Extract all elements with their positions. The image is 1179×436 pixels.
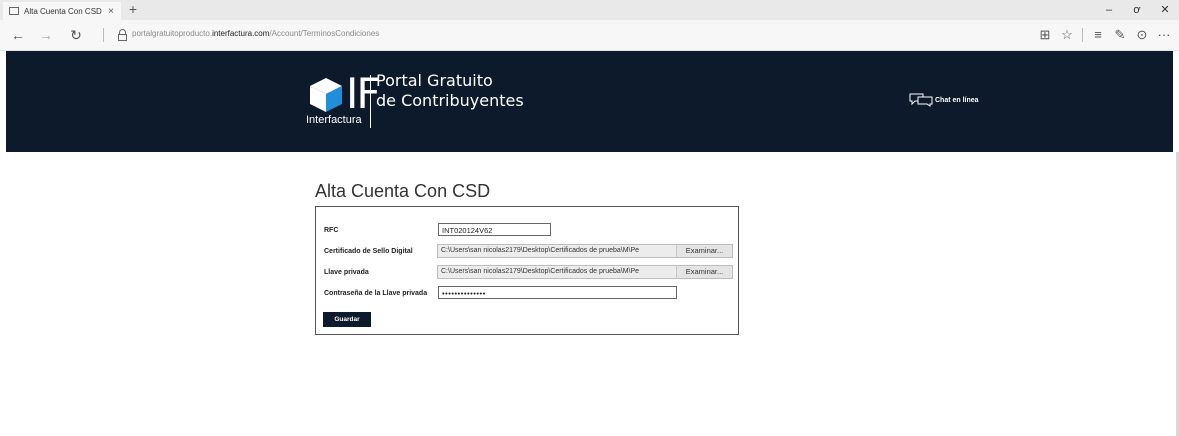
back-button[interactable]: ← (8, 25, 28, 45)
browser-tab-strip: Alta Cuenta Con CSD × + – ơ ✕ (0, 0, 1179, 20)
refresh-button[interactable]: ↻ (66, 25, 86, 45)
address-bar: ← → ↻ portalgratuitoproducto.interfactur… (0, 20, 1179, 51)
portal-title-line2: de Contribuyentes (376, 91, 524, 110)
rfc-input[interactable]: INT020124V62 (438, 223, 551, 236)
url-field[interactable]: portalgratuitoproducto.interfactura.com/… (132, 29, 379, 38)
web-notes-icon[interactable]: ✎ (1109, 25, 1131, 45)
tab-close-icon[interactable]: × (108, 6, 114, 17)
window-controls: – ơ ✕ (1095, 0, 1179, 20)
favorite-star-icon[interactable]: ☆ (1056, 25, 1078, 45)
interfactura-logo[interactable]: IF Interfactura Portal Gratuito de Contr… (306, 71, 526, 137)
url-path: /Account/TerminosCondiciones (269, 29, 380, 38)
logo-wordmark: Interfactura (306, 114, 362, 126)
certificado-file-input[interactable]: C:\Users\san nicolas2179\Desktop\Certifi… (437, 244, 733, 258)
share-icon[interactable]: ⊙ (1131, 25, 1153, 45)
minimize-button[interactable]: – (1095, 0, 1123, 20)
close-window-button[interactable]: ✕ (1151, 0, 1179, 20)
llave-label: Llave privada (324, 269, 369, 276)
llave-browse-button[interactable]: Examinar... (676, 266, 732, 278)
chat-label: Chat en línea (935, 96, 979, 104)
more-icon[interactable]: ··· (1153, 25, 1175, 45)
contrasena-label: Contraseña de la Llave privada (324, 290, 428, 297)
tab-title: Alta Cuenta Con CSD (24, 6, 102, 16)
certificado-label: Certificado de Sello Digital (324, 248, 413, 255)
browser-tools: ⊞ ☆ ≡ ✎ ⊙ ··· (1034, 25, 1175, 45)
chat-bubbles-icon (909, 93, 933, 107)
hub-icon[interactable]: ≡ (1087, 25, 1109, 45)
portal-title-line1: Portal Gratuito (376, 71, 493, 90)
chat-link[interactable]: Chat en línea (909, 93, 979, 107)
maximize-button[interactable]: ơ (1123, 0, 1151, 20)
site-header: IF Interfactura Portal Gratuito de Contr… (6, 51, 1173, 152)
certificado-browse-button[interactable]: Examinar... (676, 245, 732, 257)
certificado-path: C:\Users\san nicolas2179\Desktop\Certifi… (441, 247, 640, 254)
forward-button[interactable]: → (36, 25, 56, 45)
browser-tab[interactable]: Alta Cuenta Con CSD × (3, 2, 121, 20)
account-form: RFC INT020124V62 Certificado de Sello Di… (315, 206, 739, 335)
llave-file-input[interactable]: C:\Users\san nicolas2179\Desktop\Certifi… (437, 265, 733, 279)
toolbar-divider (103, 28, 104, 42)
rfc-label: RFC (324, 227, 339, 234)
cube-logo-icon (310, 78, 342, 112)
url-prefix: portalgratuitoproducto. (132, 29, 213, 38)
save-button[interactable]: Guardar (323, 312, 371, 327)
reading-view-icon[interactable]: ⊞ (1034, 25, 1056, 45)
llave-path: C:\Users\san nicolas2179\Desktop\Certifi… (441, 268, 640, 275)
toolbar-divider (1082, 28, 1083, 42)
new-tab-button[interactable]: + (125, 2, 141, 18)
logo-letters: IF (346, 69, 381, 118)
url-domain: interfactura.com (212, 29, 270, 38)
page-title: Alta Cuenta Con CSD (315, 181, 491, 201)
lock-icon (118, 29, 127, 41)
page-icon (9, 7, 19, 15)
logo-divider (370, 75, 371, 128)
contrasena-input[interactable]: •••••••••••••• (438, 286, 677, 299)
